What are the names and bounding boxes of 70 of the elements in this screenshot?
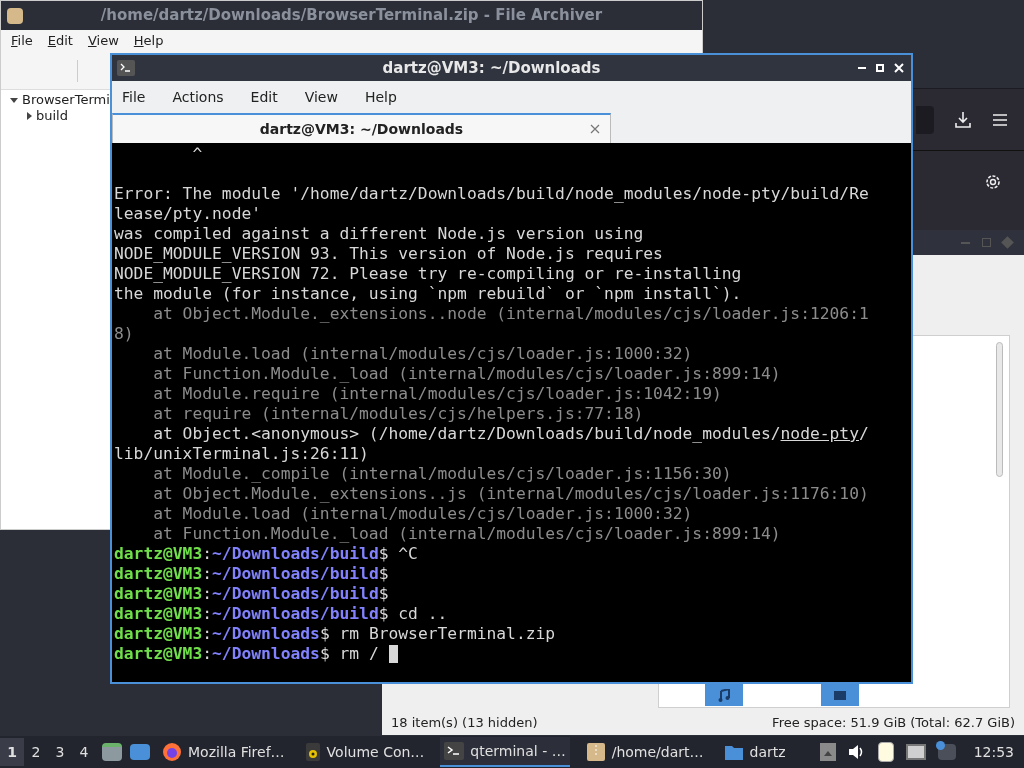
terminal-line: the module (for instance, using `npm rebuild` or `npm install`). [114,284,742,303]
terminal-line: at Module.load (internal/modules/cjs/loader.js:1000:32) [152,344,693,363]
menu-item[interactable]: File [11,31,33,51]
terminal-line: NODE_MODULE_VERSION 93. This version of Node.js requires [114,244,663,263]
archive-icon [7,7,23,24]
prompt-line: dartz@VM3:~/Downloads/build$ [114,584,389,604]
menu-icon[interactable] [992,112,1008,127]
window-title: dartz@VM3: ~/Downloads [381,57,602,79]
expanded-arrow-icon[interactable] [10,97,18,103]
terminal-line: at Function.Module._load (internal/modules/cjs/loader.js:899:14) [152,364,781,383]
link[interactable]: node-pty [780,424,859,443]
terminal-tab[interactable]: dartz@VM3: ~/Downloads [112,113,611,143]
terminal-line: ^ [191,144,203,163]
prompt-line: dartz@VM3:~/Downloads$ rm BrowserTerminal.zip [114,624,556,644]
speaker-icon [304,742,321,762]
menu-item[interactable]: Edit [250,86,278,108]
terminal-line: at Object.<anonymous> (/home/dartz/Downloads/build/node_modules/node-pty/ [152,424,869,443]
terminal-line: at Object.Module._extensions..js (internal/modules/cjs/loader.js:1176:10) [152,484,869,503]
menu-item[interactable]: File [122,86,146,108]
menu-item[interactable]: Actions [172,86,224,108]
free-space-text: Free space: 51.9 GiB (Total: 62.7 GiB) [772,714,1015,733]
browser-icon [162,742,182,762]
terminal-line: at Module.load (internal/modules/cjs/loader.js:1000:32) [152,504,693,523]
window-title: /home/dartz/Downloads/BrowserTerminal.zip - File Archiver [99,5,604,27]
desktop-icon[interactable] [130,744,150,760]
notification-icon[interactable] [937,744,956,760]
terminal-line: at Object.Module._extensions..node (internal/modules/cjs/loader.js:1206:1 [152,304,869,323]
music-file-icon[interactable] [705,684,743,706]
taskbar-task[interactable]: dartz [719,737,790,767]
file-cabinet-icon[interactable] [102,743,122,761]
taskbar-task[interactable]: /home/dart… [581,737,708,767]
image-file-icon[interactable] [821,684,859,706]
terminal-line: at require (internal/modules/cjs/helpers.js:77:18) [152,404,644,423]
terminal-line: lib/unixTerminal.js:26:11) [114,444,369,463]
prompt-line: dartz@VM3:~/Downloads/build$ ^C [114,544,418,564]
workspace-button[interactable]: 3 [48,738,72,766]
prompt-line: dartz@VM3:~/Downloads/build$ cd .. [114,604,448,624]
prompt-line: dartz@VM3:~/Downloads/build$ [114,564,389,584]
terminal-line: NODE_MODULE_VERSION 72. Please try re-compiling or re-installing [114,264,742,283]
menu-item[interactable]: View [304,86,338,108]
workspace-button[interactable]: 4 [72,738,96,766]
terminal-line: at Function.Module._load (internal/modules/cjs/loader.js:899:14) [152,524,781,543]
menu-item[interactable]: View [87,31,119,51]
terminal-icon [117,60,135,76]
menu-item[interactable]: Edit [47,31,73,51]
folder-icon [723,743,744,761]
terminal-line: lease/pty.node' [114,204,262,223]
clipboard-icon[interactable] [877,742,894,762]
taskbar-task[interactable]: qterminal - … [440,737,570,767]
prompt-line: dartz@VM3:~/Downloads$ rm / [114,644,379,664]
status-text: 18 item(s) (13 hidden) [391,714,538,733]
clock-text: 12:53 [973,742,1014,762]
menu-item[interactable]: Help [364,86,397,108]
workspace-button[interactable]: 1 [0,738,24,766]
collapsed-arrow-icon[interactable] [27,112,32,120]
taskbar-task[interactable]: Mozilla Firef… [158,737,289,767]
eject-icon[interactable] [819,743,836,761]
terminal-line: at Module._compile (internal/modules/cjs/loader.js:1156:30) [152,464,732,483]
terminal-line: was compiled against a different Node.js version using [114,224,644,243]
scrollbar-thumb[interactable] [996,342,1003,477]
terminal-line: 8) [114,324,134,343]
terminal-line: at Module.require (internal/modules/cjs/loader.js:1042:19) [152,384,722,403]
archive-icon [585,742,606,762]
download-icon[interactable] [954,110,972,129]
terminal-icon [444,742,465,760]
terminal-line: Error: The module '/home/dartz/Downloads/build/node_modules/node-pty/build/Re [114,184,869,203]
taskbar-task[interactable]: Volume Con… [300,737,429,767]
workspace-button[interactable]: 2 [24,738,48,766]
menu-item[interactable]: Help [133,31,164,51]
settings-icon[interactable] [984,173,1002,191]
